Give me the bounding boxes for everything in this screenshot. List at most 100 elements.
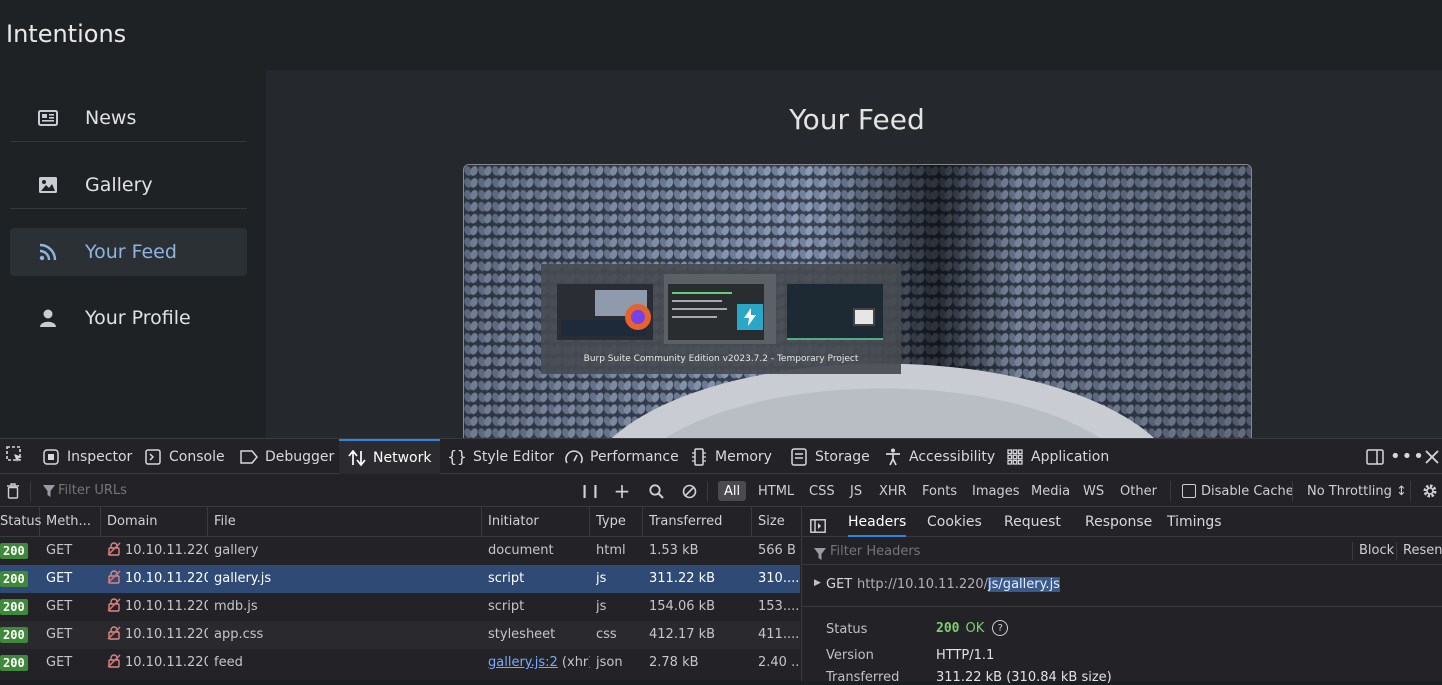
tab-console[interactable]: Console [144, 439, 225, 474]
insecure-lock-icon [107, 654, 121, 668]
dock-side-icon[interactable] [1360, 448, 1390, 465]
status-value: 200 OK ? [936, 620, 1009, 636]
status-badge: 200 [0, 627, 28, 643]
table-row[interactable]: 200 GET 10.10.11.220 feed gallery.js:2 (xhr)… [0, 649, 800, 677]
cell-domain: 10.10.11.220 [107, 621, 208, 649]
column-header-size[interactable]: Size [752, 507, 800, 537]
tab-timings[interactable]: Timings [1167, 507, 1222, 537]
cell-initiator: gallery.js:2 (xhr) [488, 649, 590, 677]
type-filter-all[interactable]: All [718, 481, 747, 501]
type-filter-images[interactable]: Images [966, 481, 1026, 501]
element-picker-button[interactable] [2, 439, 28, 474]
clear-requests-button[interactable] [4, 481, 22, 501]
accessibility-icon [884, 448, 902, 466]
request-url[interactable]: http://10.10.11.220/js/gallery.js [857, 577, 1060, 592]
block-requests-icon[interactable] [680, 481, 698, 501]
cell-file: feed [214, 655, 243, 670]
column-header-status[interactable]: Status [0, 507, 41, 537]
tab-memory[interactable]: Memory [690, 439, 772, 474]
column-header-method[interactable]: Meth... [40, 507, 101, 537]
type-filter-ws[interactable]: WS [1077, 481, 1110, 501]
cell-size: 153.... [758, 599, 800, 614]
settings-gear-icon[interactable] [1420, 481, 1440, 501]
insecure-lock-icon [107, 542, 121, 556]
tab-label: Style Editor [473, 448, 555, 465]
tab-storage[interactable]: Storage [790, 439, 870, 474]
type-filter-fonts[interactable]: Fonts [916, 481, 963, 501]
performance-icon [565, 448, 583, 466]
switcher-window-terminal[interactable] [775, 274, 887, 344]
help-icon[interactable]: ? [992, 620, 1009, 636]
request-summary[interactable]: ▶ GET http://10.10.11.220/js/gallery.js [802, 565, 1442, 607]
column-header-file[interactable]: File [208, 507, 482, 537]
tab-debugger[interactable]: Debugger [240, 439, 334, 474]
tab-cookies[interactable]: Cookies [927, 507, 982, 537]
tab-headers[interactable]: Headers [848, 507, 907, 537]
switcher-window-firefox[interactable] [553, 274, 665, 344]
status-badge: 200 [0, 599, 28, 615]
disable-cache-checkbox[interactable]: Disable Cache [1182, 481, 1294, 501]
column-header-type[interactable]: Type [590, 507, 643, 537]
column-header-domain[interactable]: Domain [101, 507, 208, 537]
tab-style-editor[interactable]: {} Style Editor [447, 439, 555, 474]
sidebar-item-your-profile[interactable]: Your Profile [10, 294, 247, 342]
url-highlight: js/gallery.js [988, 577, 1060, 592]
sidebar-item-your-feed[interactable]: Your Feed [10, 228, 247, 276]
more-options-icon[interactable]: ••• [1390, 446, 1424, 467]
tab-inspector[interactable]: Inspector [42, 439, 132, 474]
type-filter-js[interactable]: JS [844, 481, 868, 501]
resend-button[interactable]: Resend [1396, 542, 1442, 560]
type-filter-xhr[interactable]: XHR [873, 481, 913, 501]
column-header-transferred[interactable]: Transferred [643, 507, 752, 537]
close-icon[interactable] [1422, 449, 1442, 464]
table-row[interactable]: 200 GET 10.10.11.220 mdb.js script js 154.06 k… [0, 593, 800, 621]
search-icon[interactable] [647, 481, 665, 501]
tab-label: Accessibility [909, 448, 996, 465]
expand-arrow-icon[interactable]: ▶ [814, 578, 821, 588]
network-request-table: Status Meth... Domain File Initiator Typ… [0, 507, 800, 681]
sidebar-item-label: Gallery [85, 173, 153, 196]
tab-label: Inspector [67, 448, 133, 465]
table-row[interactable]: 200 GET 10.10.11.220 gallery document html 1.5… [0, 537, 800, 565]
cell-initiator: document [488, 543, 554, 558]
tab-response[interactable]: Response [1085, 507, 1152, 537]
insecure-lock-icon [107, 570, 121, 584]
tab-request[interactable]: Request [1004, 507, 1061, 537]
type-filter-css[interactable]: CSS [803, 481, 841, 501]
tab-performance[interactable]: Performance [565, 439, 679, 474]
table-row[interactable]: 200 GET 10.10.11.220 gallery.js script js 311.… [0, 565, 800, 593]
domain-text: 10.10.11.220 [125, 627, 208, 642]
devtools-window-controls: ••• [1360, 439, 1442, 474]
sidebar-item-gallery[interactable]: Gallery [10, 161, 247, 209]
brand-title[interactable]: Intentions [6, 20, 126, 48]
tab-network[interactable]: Network [339, 439, 441, 474]
tab-accessibility[interactable]: Accessibility [884, 439, 995, 474]
status-label: Status [826, 622, 868, 637]
filter-headers-bar: Block Resend [802, 537, 1442, 565]
table-row[interactable]: 200 GET 10.10.11.220 app.css stylesheet css 41… [0, 621, 800, 649]
pause-icon[interactable]: ❙❙ [579, 481, 601, 501]
tab-application[interactable]: Application [1006, 439, 1109, 474]
type-filter-media[interactable]: Media [1025, 481, 1076, 501]
type-filter-other[interactable]: Other [1114, 481, 1163, 501]
block-button[interactable]: Block [1352, 542, 1394, 560]
tab-label: Application [1031, 448, 1110, 465]
debugger-icon [240, 448, 258, 466]
cell-file: app.css [214, 627, 264, 642]
filter-headers-input[interactable] [812, 540, 1332, 562]
sidebar-item-news[interactable]: News [10, 94, 247, 142]
toggle-sidebar-icon[interactable] [810, 514, 830, 533]
version-value: HTTP/1.1 [936, 648, 995, 663]
initiator-link[interactable]: gallery.js:2 [488, 655, 558, 670]
column-header-initiator[interactable]: Initiator [482, 507, 590, 537]
toolbar-divider [1292, 481, 1293, 501]
type-filter-html[interactable]: HTML [752, 481, 800, 501]
cell-type: css [596, 627, 617, 642]
cell-initiator: script [488, 571, 525, 586]
switcher-window-burp-suite[interactable] [664, 274, 776, 344]
filter-urls-input[interactable] [40, 479, 560, 501]
cell-domain: 10.10.11.220 [107, 649, 208, 677]
add-request-icon[interactable]: + [613, 479, 631, 503]
transferred-value: 311.22 kB (310.84 kB size) [936, 670, 1112, 685]
throttling-select[interactable]: No Throttling ↕ [1307, 481, 1407, 501]
